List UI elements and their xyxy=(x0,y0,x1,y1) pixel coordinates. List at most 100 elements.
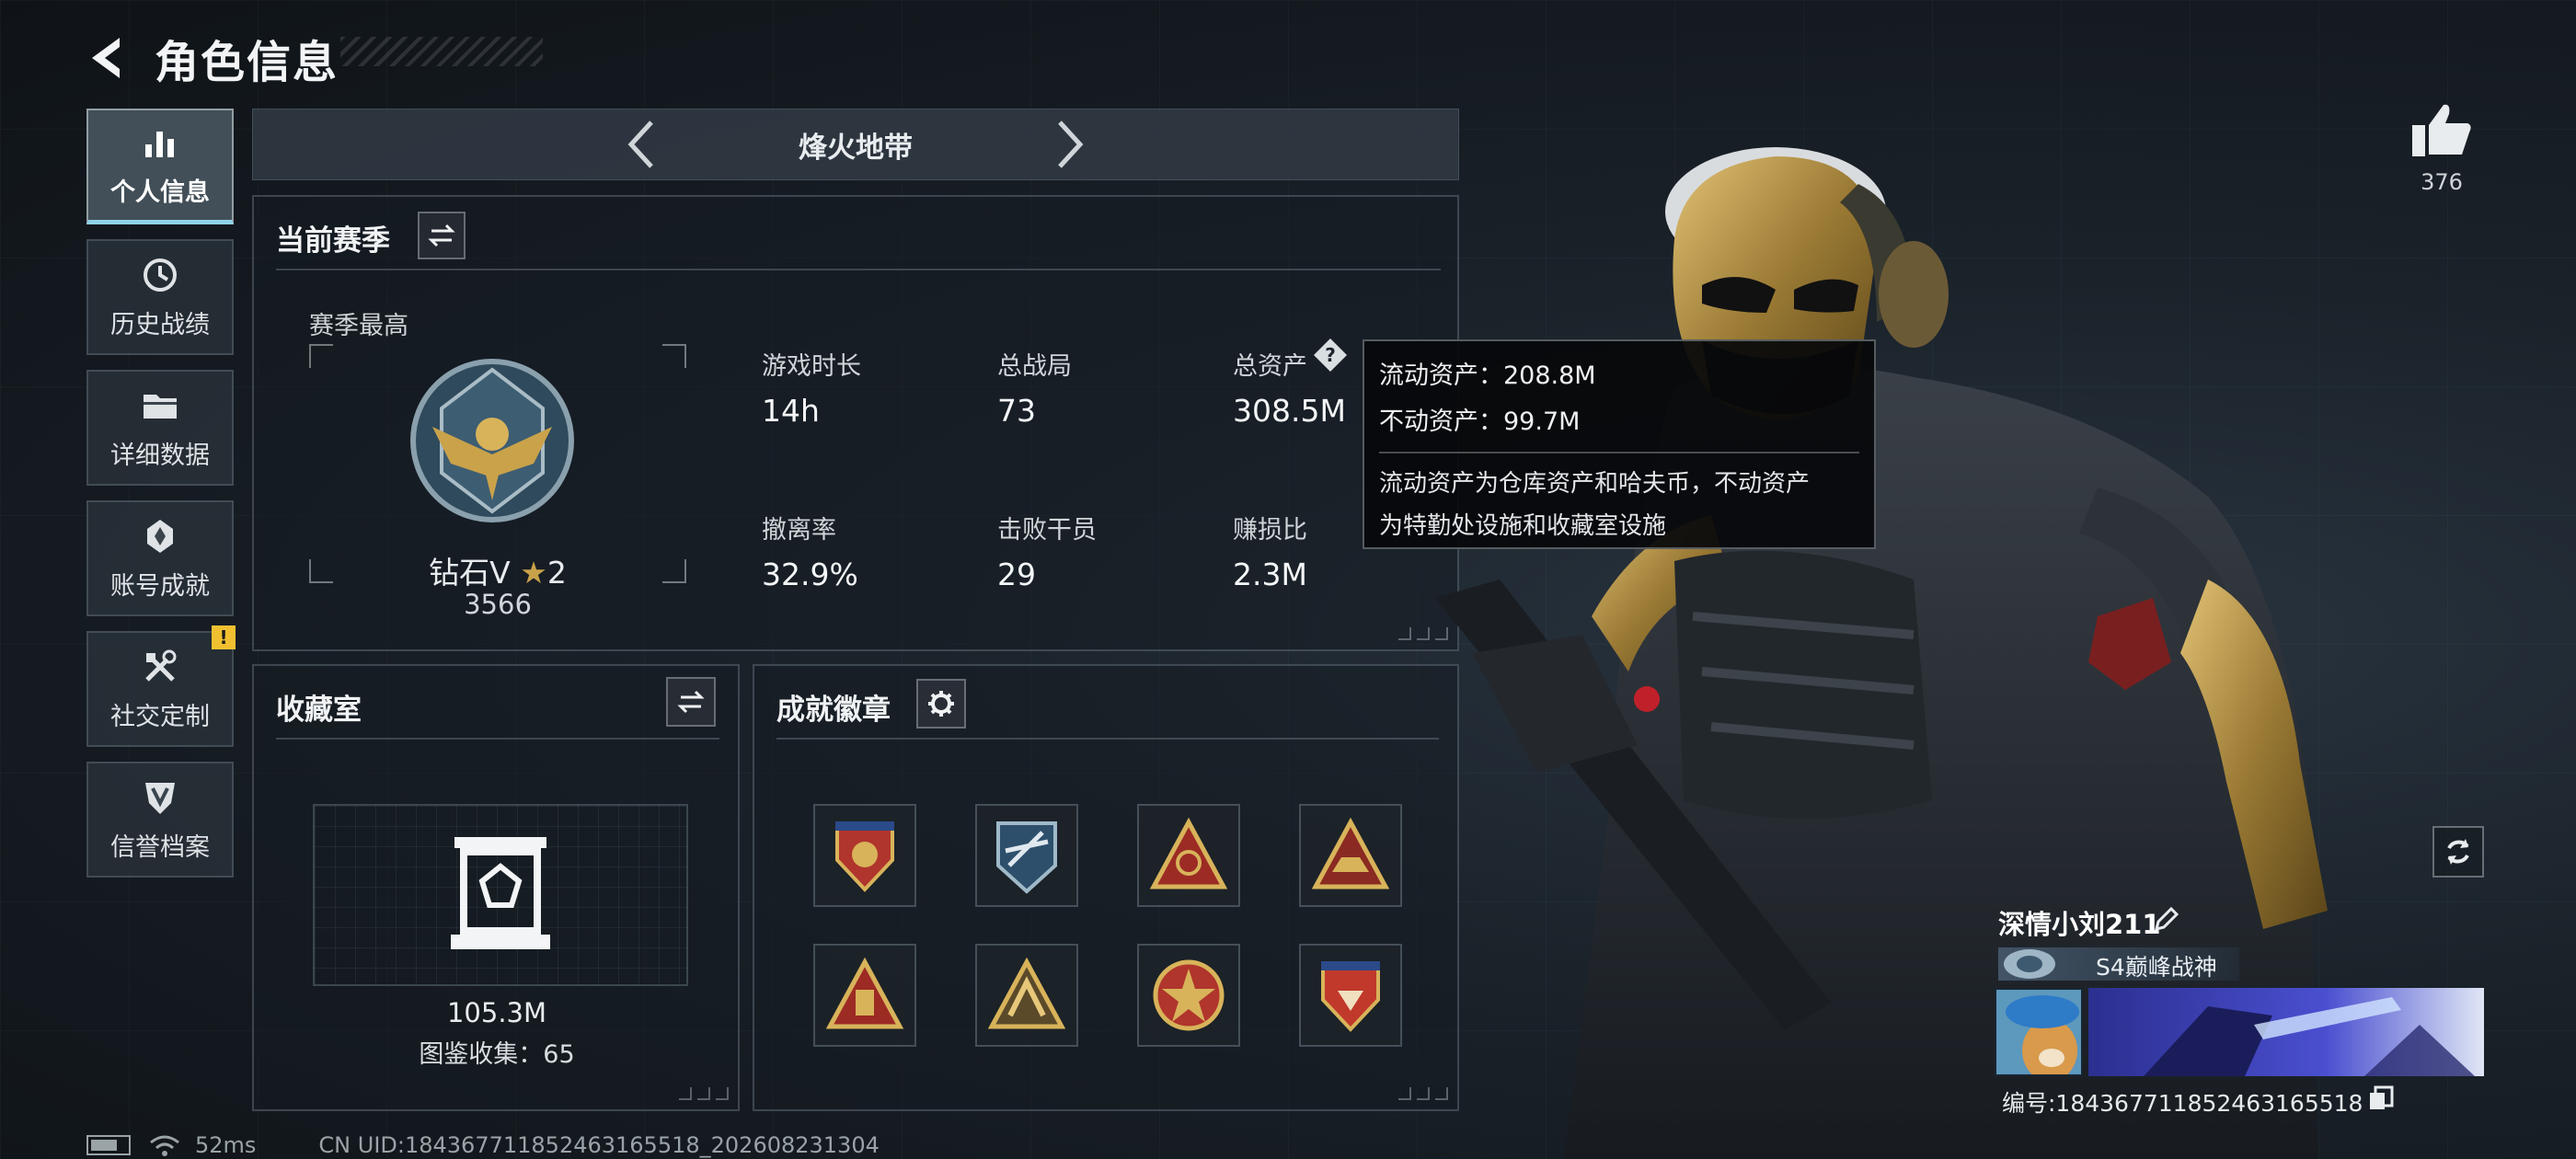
help-icon[interactable]: ? xyxy=(1312,337,1349,373)
achievement-badge[interactable] xyxy=(813,804,916,907)
bar-chart-icon xyxy=(145,132,174,157)
thumbs-up-icon[interactable] xyxy=(2410,101,2473,158)
display-case-icon xyxy=(451,837,550,949)
gear-icon xyxy=(928,691,954,717)
sidebar-item-detailed-data[interactable]: 详细数据 xyxy=(86,370,234,486)
stat-play-time: 游戏时长 14h xyxy=(762,346,861,429)
badge-shield-red-2-icon xyxy=(1321,961,1380,1032)
rank-name: 钻石V xyxy=(429,555,511,591)
history-icon xyxy=(144,258,177,292)
achievement-badge[interactable] xyxy=(813,944,916,1047)
edit-pencil-icon[interactable] xyxy=(2153,905,2180,933)
sidebar-item-label: 个人信息 xyxy=(110,178,210,207)
collection-switch-button[interactable] xyxy=(666,677,716,727)
mode-selector: 烽火地带 xyxy=(252,109,1459,180)
stat-operators-defeated: 击败干员 29 xyxy=(997,510,1097,592)
mode-title: 烽火地带 xyxy=(799,131,913,165)
achievements-title: 成就徽章 xyxy=(776,694,891,727)
avatar[interactable] xyxy=(1995,988,2083,1076)
sidebar-item-label: 信誉档案 xyxy=(110,832,210,862)
refresh-button[interactable] xyxy=(2432,826,2484,878)
player-id: 编号:1843677118524631655​18 xyxy=(2002,1090,2363,1117)
collection-panel[interactable]: 收藏室 105.3M 图鉴收集：65 xyxy=(252,664,740,1111)
rank-stars: 2 xyxy=(546,555,567,591)
badge-triangle-4-icon xyxy=(988,957,1065,1029)
stat-label: 撤离率 xyxy=(762,516,836,545)
svg-text:?: ? xyxy=(1325,344,1336,366)
achievement-badge[interactable] xyxy=(975,944,1078,1047)
player-banner[interactable] xyxy=(2088,988,2484,1076)
badge-triangle-3-icon xyxy=(826,957,903,1029)
folder-icon xyxy=(144,394,177,419)
achievement-badge[interactable] xyxy=(1299,944,1402,1047)
badge-round-red-icon xyxy=(1153,959,1225,1031)
tooltip-divider xyxy=(1379,452,1859,453)
tooltip-liquid-assets: 流动资产：208.8M xyxy=(1379,361,1596,390)
swap-icon xyxy=(428,224,455,247)
stat-label: 击败干员 xyxy=(997,516,1097,545)
stat-label: 游戏时长 xyxy=(762,352,861,381)
collection-title: 收藏室 xyxy=(276,694,362,727)
current-season-panel: 当前赛季 赛季最高 钻石V ★2 3566 游戏时长 14h 总战局 73 总资… xyxy=(252,195,1459,651)
achievement-badge[interactable] xyxy=(1299,804,1402,907)
achievement-badge[interactable] xyxy=(1137,804,1240,907)
stat-label: 总战局 xyxy=(997,352,1072,381)
stat-value: 308.5M xyxy=(1233,393,1346,429)
collection-count: 图鉴收集：65 xyxy=(419,1040,575,1069)
tools-icon xyxy=(145,649,177,682)
divider xyxy=(276,738,719,740)
achievements-panel: 成就徽章 xyxy=(753,664,1459,1111)
stat-total-matches: 总战局 73 xyxy=(997,346,1072,429)
copy-icon[interactable] xyxy=(2368,1085,2394,1111)
player-name: 深情小刘211 xyxy=(1998,909,2161,940)
chevron-right-icon[interactable] xyxy=(1051,119,1087,170)
stat-value: 29 xyxy=(997,557,1036,592)
tooltip-description-line2: 为特勤处设施和收藏室设施 xyxy=(1379,512,1667,540)
achievement-icon xyxy=(147,519,173,553)
stat-value: 32.9% xyxy=(762,557,858,592)
achievement-badge[interactable] xyxy=(975,804,1078,907)
sidebar-item-history[interactable]: 历史战绩 xyxy=(86,239,234,355)
sidebar-item-label: 历史战绩 xyxy=(110,310,210,339)
rank-points: 3566 xyxy=(464,589,532,620)
badge-triangle-2-icon xyxy=(1312,817,1389,889)
player-title: S4巅峰战神 xyxy=(2096,954,2217,981)
tooltip-description-line1: 流动资产为仓库资产和哈夫币，不动资产 xyxy=(1379,470,1811,498)
badge-round-blue-icon xyxy=(996,821,1057,894)
like-count: 376 xyxy=(2421,169,2463,195)
title-decoration xyxy=(340,37,543,66)
sidebar-item-label: 详细数据 xyxy=(110,441,210,470)
stat-value: 2.3M xyxy=(1233,557,1307,592)
achievements-settings-button[interactable] xyxy=(916,679,966,729)
season-title: 当前赛季 xyxy=(276,224,390,258)
title-badge-icon xyxy=(2004,949,2055,979)
battery-icon xyxy=(86,1135,131,1155)
sidebar: 个人信息 历史战绩 详细数据 账号成就 ! 社交定制 信誉档案 xyxy=(86,109,236,892)
corner-decoration xyxy=(679,1087,729,1100)
badge-shield-red-icon xyxy=(835,821,894,892)
assets-tooltip: 流动资产：208.8M 不动资产：99.7M 流动资产为仓库资产和哈夫币，不动资… xyxy=(1363,339,1876,549)
shield-icon xyxy=(145,782,175,814)
header: 角色信息 xyxy=(83,26,339,90)
stat-value: 73 xyxy=(997,393,1036,429)
rank-emblem-icon xyxy=(410,359,574,522)
sidebar-item-personal-info[interactable]: 个人信息 xyxy=(86,109,234,224)
swap-icon xyxy=(677,690,705,714)
stat-profit-loss: 赚损比 2.3M xyxy=(1233,510,1307,592)
badge-triangle-1-icon xyxy=(1150,817,1227,889)
avatar-image xyxy=(1996,990,2081,1074)
back-arrow-icon[interactable] xyxy=(83,32,134,84)
achievement-badge[interactable] xyxy=(1137,944,1240,1047)
chevron-left-icon[interactable] xyxy=(624,119,661,170)
sidebar-item-social[interactable]: ! 社交定制 xyxy=(86,625,236,747)
season-switch-button[interactable] xyxy=(418,212,466,259)
uid-text: CN UID:184367711852463165518_20260823130… xyxy=(318,1132,880,1158)
season-best-label: 赛季最高 xyxy=(309,312,408,340)
divider xyxy=(776,738,1439,740)
stat-label: 赚损比 xyxy=(1233,516,1307,545)
sidebar-item-credit[interactable]: 信誉档案 xyxy=(86,762,234,878)
sidebar-item-achievements[interactable]: 账号成就 xyxy=(86,500,234,616)
rank-name-row: 钻石V ★2 xyxy=(309,548,686,592)
sidebar-item-label: 社交定制 xyxy=(110,702,210,731)
ping: 52ms xyxy=(195,1132,257,1158)
